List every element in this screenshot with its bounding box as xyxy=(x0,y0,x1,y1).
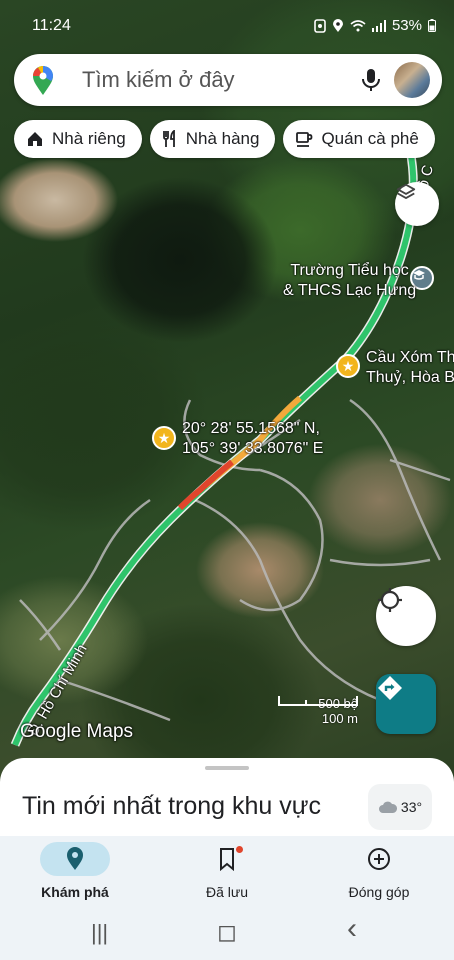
recents-button[interactable]: ||| xyxy=(91,920,108,946)
map-scale: 500 bộ 100 m xyxy=(278,696,358,726)
weather-chip[interactable]: 33° xyxy=(368,784,432,830)
home-icon xyxy=(28,132,42,146)
highway-traffic-heavy xyxy=(177,459,234,511)
my-location-button[interactable] xyxy=(376,586,436,646)
weather-temperature: 33° xyxy=(400,799,423,815)
sheet-title: Tin mới nhất trong khu vực xyxy=(22,792,321,820)
category-chips: Nhà riêng Nhà hàng Quán cà phê xyxy=(14,120,435,158)
crosshair-icon xyxy=(378,588,402,612)
chip-coffee-label: Quán cà phê xyxy=(321,129,419,148)
search-input[interactable]: Tìm kiếm ở đây xyxy=(82,67,235,93)
status-time: 11:24 xyxy=(32,17,71,34)
place-label-cau-xom[interactable]: Cầu Xóm Th Thuỷ, Hòa B xyxy=(366,348,454,388)
wifi-icon xyxy=(350,19,366,31)
google-maps-pin-icon xyxy=(33,66,53,95)
dropped-pin-star-icon[interactable]: ★ xyxy=(152,426,176,450)
layers-button[interactable] xyxy=(395,182,439,226)
directions-icon xyxy=(378,676,402,700)
chip-restaurants-label: Nhà hàng xyxy=(185,129,260,148)
search-bar[interactable]: Tìm kiếm ở đây xyxy=(14,54,442,106)
avatar[interactable] xyxy=(394,62,430,98)
place-label-school[interactable]: Trường Tiểu học & THCS Lạc Hưng xyxy=(283,261,416,301)
tab-saved-label: Đã lưu xyxy=(205,884,249,900)
chip-home[interactable]: Nhà riêng xyxy=(14,120,142,158)
coffee-icon xyxy=(296,132,313,147)
chip-home-label: Nhà riêng xyxy=(52,129,126,148)
microphone-icon[interactable] xyxy=(360,68,382,92)
saved-place-star-icon[interactable]: ★ xyxy=(336,354,360,378)
system-navigation-bar: ||| ◻ ‹ xyxy=(0,908,454,960)
back-button[interactable]: ‹ xyxy=(347,912,357,946)
tab-explore-label: Khám phá xyxy=(41,884,109,900)
directions-button[interactable] xyxy=(376,674,436,734)
battery-icon xyxy=(428,19,436,32)
chip-restaurants[interactable]: Nhà hàng xyxy=(149,120,276,158)
signal-icon xyxy=(371,19,386,32)
battery-percent: 53% xyxy=(391,17,422,34)
bottom-navigation: Khám phá Đã lưu Đóng góp xyxy=(0,836,454,908)
layers-icon xyxy=(396,183,416,199)
tab-saved[interactable]: Đã lưu xyxy=(152,836,302,908)
google-maps-watermark: Google Maps xyxy=(20,721,134,742)
tab-contribute[interactable]: Đóng góp xyxy=(304,836,454,908)
nfc-icon xyxy=(314,18,326,33)
location-icon xyxy=(332,18,343,32)
chip-coffee[interactable]: Quán cà phê xyxy=(283,120,435,158)
add-circle-icon xyxy=(368,848,390,870)
home-button[interactable]: ◻ xyxy=(217,918,237,947)
cloud-icon xyxy=(378,801,397,813)
restaurant-icon xyxy=(162,130,175,147)
dropped-pin-coordinates[interactable]: 20° 28' 55.1568" N, 105° 39' 33.8076" E xyxy=(182,419,323,459)
tab-contribute-label: Đóng góp xyxy=(348,884,410,900)
tab-explore[interactable]: Khám phá xyxy=(0,836,150,908)
notification-dot xyxy=(236,846,243,853)
sheet-drag-handle[interactable] xyxy=(205,766,249,770)
explore-pin-icon xyxy=(67,847,83,870)
bookmark-icon xyxy=(220,848,234,871)
status-bar: 11:24 53% xyxy=(0,0,454,52)
satellite-map[interactable]: ★ Cầu Xóm Th Thuỷ, Hòa B Trường Tiểu học… xyxy=(0,0,454,790)
